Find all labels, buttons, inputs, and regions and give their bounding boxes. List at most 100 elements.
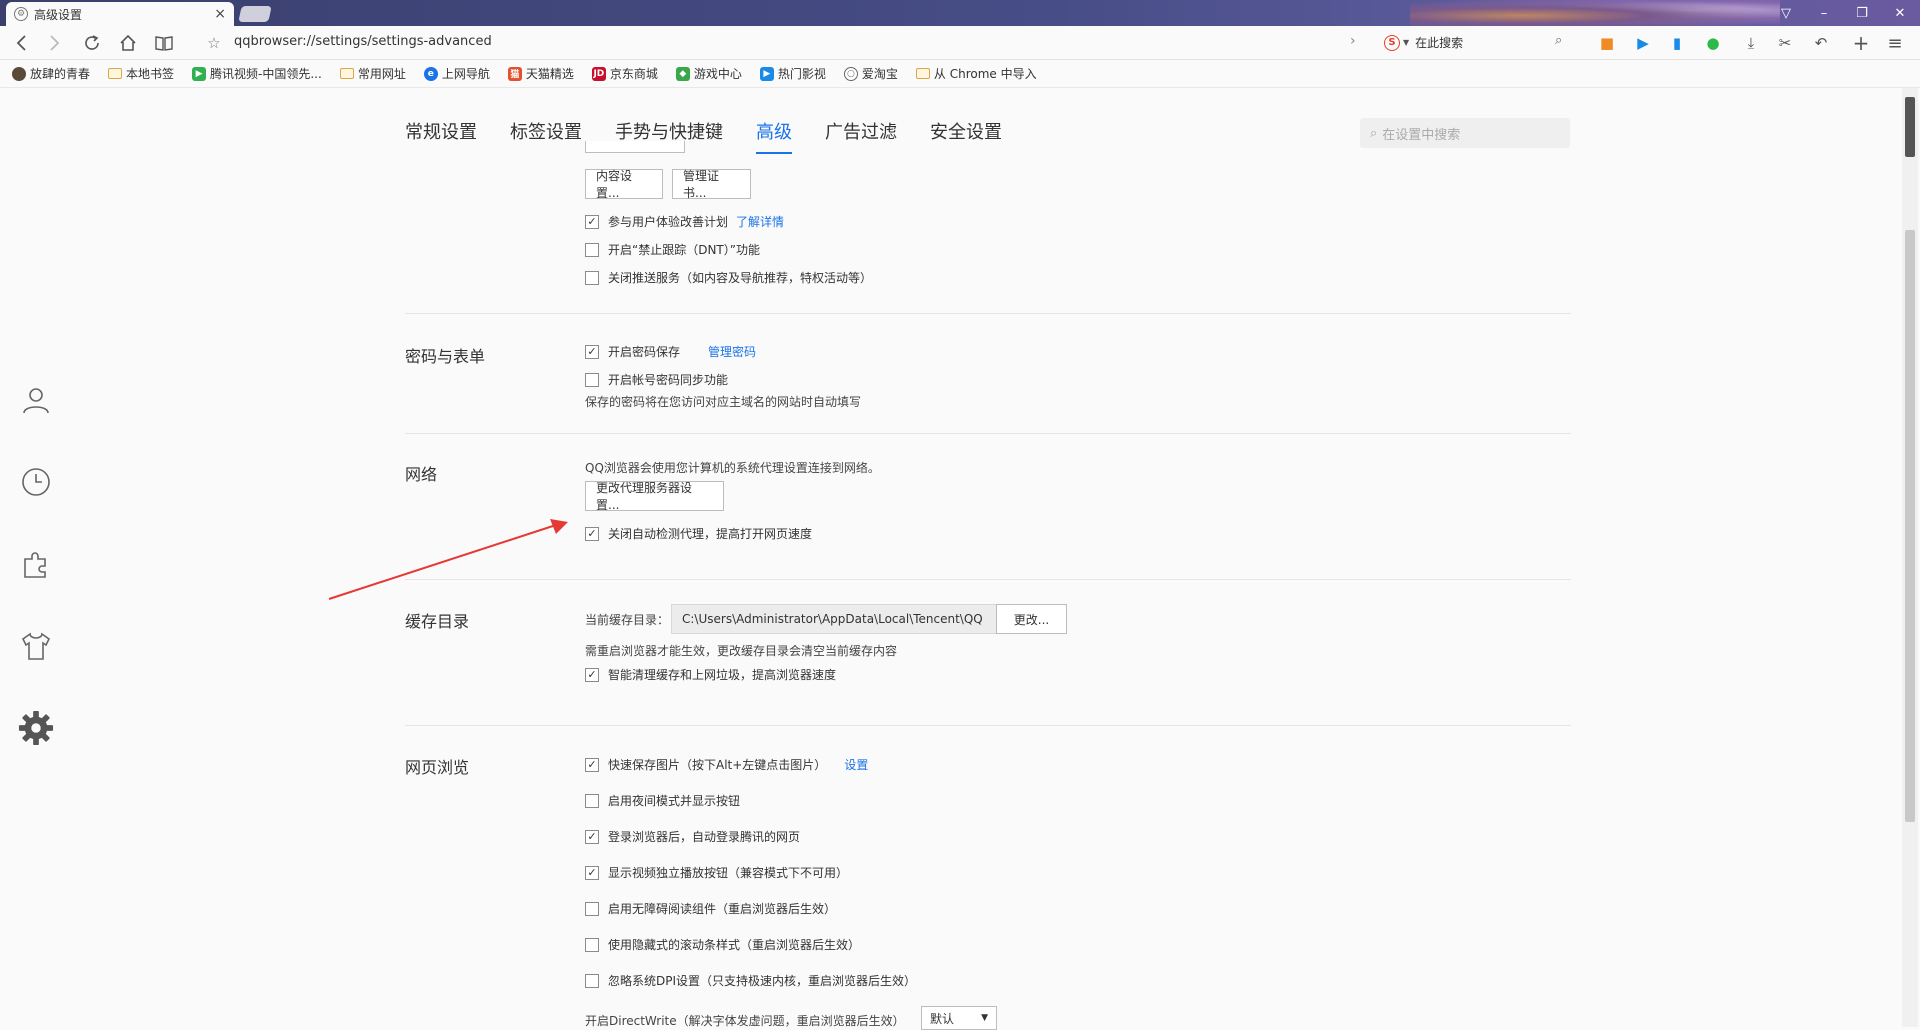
scroll-grip[interactable]	[1905, 97, 1915, 157]
content-settings-button[interactable]: 内容设置...	[585, 169, 663, 200]
hidden-scrollbar-checkbox[interactable]	[585, 937, 599, 952]
undo-icon[interactable]: ↶	[1810, 32, 1832, 54]
directwrite-select[interactable]: 默认 ▼	[921, 1006, 997, 1030]
night-mode-checkbox[interactable]	[585, 793, 599, 808]
browsing-row: ✓ 登录浏览器后，自动登录腾讯的网页	[585, 828, 800, 845]
extensions-button[interactable]	[18, 546, 54, 582]
bookmark-item[interactable]: e 上网导航	[423, 65, 490, 82]
settings-tabs: 常规设置 标签设置 手势与快捷键 高级 广告过滤 安全设置	[405, 118, 1035, 154]
bookmark-item[interactable]: ▶ 热门影视	[759, 65, 826, 82]
dnt-label: 开启“禁止跟踪（DNT）”功能	[608, 243, 760, 257]
auto-login-checkbox[interactable]: ✓	[585, 829, 599, 844]
push-row: 关闭推送服务（如内容及导航推荐，特权活动等）	[585, 269, 872, 286]
dnt-checkbox[interactable]	[585, 242, 599, 257]
section-title-browsing: 网页浏览	[405, 758, 470, 777]
skin-button[interactable]: ▽	[1768, 0, 1804, 26]
proxy-settings-button[interactable]: 更改代理服务器设置...	[585, 481, 724, 512]
push-checkbox[interactable]	[585, 270, 599, 285]
video-popout-checkbox[interactable]: ✓	[585, 865, 599, 880]
bookmark-item[interactable]: 从 Chrome 中导入	[915, 65, 1037, 82]
gear-icon: ⚙	[14, 7, 28, 21]
restore-button[interactable]: ❐	[1844, 0, 1880, 26]
bookmark-item[interactable]: 猫天猫精选	[507, 65, 574, 82]
tab-general[interactable]: 常规设置	[405, 118, 477, 154]
save-password-checkbox[interactable]: ✓	[585, 344, 599, 359]
home-button[interactable]	[116, 31, 140, 55]
gamepad-icon: ◆	[675, 66, 690, 81]
chevron-down-icon[interactable]: ▼	[1403, 38, 1409, 47]
manage-passwords-link[interactable]: 管理密码	[708, 343, 756, 360]
sogou-logo-icon: S	[1384, 34, 1400, 51]
menu-icon[interactable]: ≡	[1884, 32, 1906, 54]
tab-title: 高级设置	[34, 7, 83, 22]
url-text[interactable]: qqbrowser://settings/settings-advanced	[234, 34, 492, 49]
back-button[interactable]	[10, 31, 34, 55]
play-icon[interactable]: ▶	[1632, 32, 1654, 54]
auto-proxy-checkbox[interactable]: ✓	[585, 526, 599, 541]
globe-icon: ○	[843, 66, 858, 81]
quick-save-image-checkbox[interactable]: ✓	[585, 757, 599, 772]
go-arrow-icon[interactable]: ›	[1350, 33, 1356, 49]
sync-password-row: 开启帐号密码同步功能	[585, 371, 728, 388]
section-title-password: 密码与表单	[405, 347, 486, 366]
title-bar: ⚙ 高级设置 × ▽ – ❐ ✕	[0, 0, 1920, 26]
new-tab-button[interactable]	[238, 6, 272, 22]
bookmark-item[interactable]: 本地书签	[108, 65, 174, 82]
password-note: 保存的密码将在您访问对应主域名的网站时自动填写	[585, 395, 862, 409]
chevron-down-icon: ▼	[981, 1013, 988, 1023]
minimize-button[interactable]: –	[1806, 0, 1842, 26]
directwrite-value: 默认	[930, 1011, 955, 1026]
settings-button[interactable]	[18, 710, 54, 746]
bookmark-item[interactable]: JD 京东商城	[591, 65, 658, 82]
tab-security[interactable]: 安全设置	[930, 118, 1002, 154]
download-icon[interactable]: ⤓	[1740, 32, 1762, 54]
bookmark-icon[interactable]: ▮	[1666, 32, 1688, 54]
history-button[interactable]	[18, 464, 54, 500]
bookmark-item[interactable]: 放肆的青春	[12, 65, 90, 82]
wechat-icon[interactable]: ●	[1702, 32, 1724, 54]
close-window-button[interactable]: ✕	[1882, 0, 1918, 26]
page-scrollbar[interactable]	[1902, 88, 1918, 1027]
tab-tabs[interactable]: 标签设置	[510, 118, 582, 154]
search-icon[interactable]: ⌕	[1555, 33, 1562, 48]
ux-plan-checkbox[interactable]: ✓	[585, 214, 599, 229]
reload-button[interactable]	[80, 31, 104, 55]
change-cache-button[interactable]: 更改...	[996, 604, 1067, 634]
skin-banner	[1410, 0, 1780, 26]
reading-mode-button[interactable]	[152, 31, 176, 55]
forward-button[interactable]	[42, 31, 66, 55]
smart-clean-checkbox[interactable]: ✓	[585, 667, 599, 682]
tab-close-button[interactable]: ×	[214, 6, 226, 22]
account-button[interactable]	[18, 382, 54, 418]
video-camera-icon[interactable]: ■	[1596, 32, 1618, 54]
user-icon	[23, 388, 49, 414]
section-title-network: 网络	[405, 465, 438, 484]
bookmark-item[interactable]: ▶ 腾讯视频-中国领先...	[192, 65, 322, 82]
smart-clean-label: 智能清理缓存和上网垃圾，提高浏览器速度	[608, 668, 837, 682]
browsing-row: 启用无障碍阅读组件（重启浏览器后生效）	[585, 900, 836, 917]
learn-more-link[interactable]: 了解详情	[736, 213, 784, 230]
bookmark-item[interactable]: ◆ 游戏中心	[675, 65, 742, 82]
bookmark-item[interactable]: ○ 爱淘宝	[843, 65, 898, 82]
search-box[interactable]: S ▼ 在此搜索	[1384, 34, 1463, 51]
scissors-icon[interactable]: ✂	[1774, 32, 1796, 54]
folder-icon	[339, 68, 354, 79]
bookmark-item[interactable]: 常用网址	[339, 65, 406, 82]
plus-icon[interactable]: +	[1850, 31, 1872, 55]
browser-tab[interactable]: ⚙ 高级设置 ×	[6, 2, 234, 26]
bookmark-star-icon[interactable]: ☆	[202, 31, 226, 55]
sync-password-checkbox[interactable]	[585, 372, 599, 387]
skin-button[interactable]	[18, 628, 54, 664]
settings-search-input[interactable]: ⌕ 在设置中搜索	[1360, 118, 1570, 148]
scroll-thumb[interactable]	[1905, 230, 1915, 822]
tab-adblock[interactable]: 广告过滤	[825, 118, 897, 154]
accessibility-checkbox[interactable]	[585, 901, 599, 916]
manage-certs-button[interactable]: 管理证书...	[672, 169, 751, 200]
jd-icon: JD	[591, 66, 606, 81]
tshirt-icon	[21, 632, 51, 660]
ignore-dpi-checkbox[interactable]	[585, 973, 599, 988]
tab-advanced[interactable]: 高级	[756, 118, 792, 154]
browsing-label: 显示视频独立播放按钮（兼容模式下不可用）	[608, 866, 849, 880]
quick-save-settings-link[interactable]: 设置	[844, 756, 868, 773]
cache-path-field: C:\Users\Administrator\AppData\Local\Ten…	[671, 604, 998, 634]
